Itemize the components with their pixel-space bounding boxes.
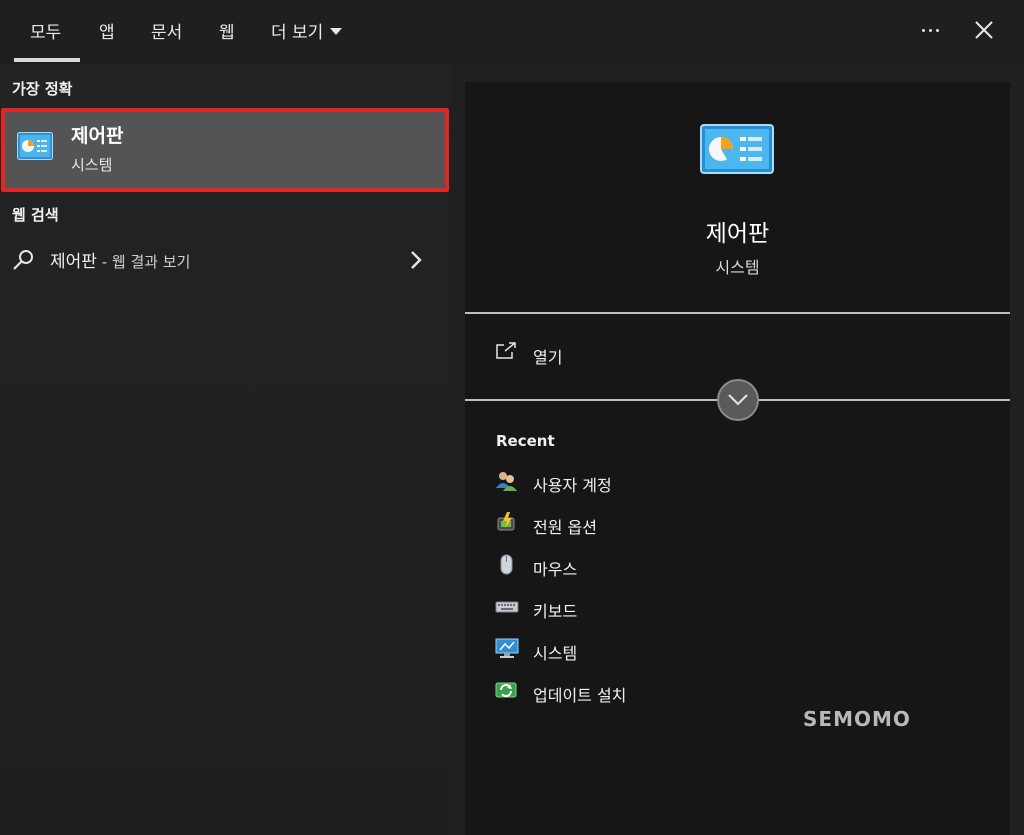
- best-match-heading: 가장 정확: [12, 80, 73, 98]
- tab-documents[interactable]: 문서: [151, 18, 182, 43]
- search-icon: [12, 248, 36, 276]
- caret-down-icon: [330, 27, 343, 35]
- recent-item-label: 사용자 계정: [533, 476, 612, 495]
- recent-item-keyboard[interactable]: 키보드: [495, 594, 815, 624]
- best-match-title: 제어판: [71, 125, 124, 147]
- tab-web[interactable]: 웹: [219, 18, 235, 43]
- windows-update-icon: [495, 680, 519, 706]
- results-list: 가장 정확 제어판 시스템 웹 검색 제어판 - 웹 결과 보기: [0, 64, 450, 835]
- keyboard-icon: [495, 596, 519, 622]
- tab-all[interactable]: 모두: [30, 18, 61, 43]
- control-panel-icon: [17, 132, 53, 164]
- user-accounts-icon: [495, 470, 519, 496]
- recent-heading: Recent: [496, 432, 555, 450]
- mouse-icon: [495, 554, 519, 580]
- tab-more[interactable]: 더 보기: [271, 18, 343, 43]
- system-icon: [495, 638, 519, 664]
- recent-item-label: 업데이트 설치: [533, 686, 627, 705]
- detail-title: 제어판: [705, 221, 770, 247]
- recent-item-windows-update[interactable]: 업데이트 설치: [495, 678, 815, 708]
- recent-item-system[interactable]: 시스템: [495, 636, 815, 666]
- open-label: 열기: [533, 348, 563, 367]
- detail-subtitle: 시스템: [715, 258, 760, 277]
- recent-item-label: 키보드: [533, 602, 578, 621]
- chevron-down-icon: [728, 394, 748, 406]
- best-match-result[interactable]: 제어판 시스템: [1, 108, 449, 192]
- web-search-heading: 웹 검색: [12, 206, 59, 224]
- recent-item-label: 시스템: [533, 644, 578, 663]
- power-options-icon: [495, 512, 519, 538]
- control-panel-large-icon: [700, 124, 774, 178]
- chevron-right-icon: [406, 248, 426, 276]
- web-search-suffix: - 웹 결과 보기: [96, 253, 191, 271]
- search-window: 모두 앱 문서 웹 더 보기 가장 정확 제어판 시스템 웹 검색 제어판 - …: [0, 0, 1024, 835]
- search-filter-bar: 모두 앱 문서 웹 더 보기: [0, 0, 1024, 64]
- divider: [465, 312, 1010, 314]
- tab-apps[interactable]: 앱: [99, 18, 115, 43]
- watermark: SEMOMO: [803, 707, 911, 731]
- web-search-query: 제어판: [50, 252, 97, 272]
- recent-item-mouse[interactable]: 마우스: [495, 552, 815, 582]
- open-action[interactable]: 열기: [495, 340, 795, 370]
- detail-pane: 제어판 시스템 열기 Recent 사용자 계정 전원 옵션 마우스 키보드 시…: [465, 82, 1010, 835]
- recent-item-power-options[interactable]: 전원 옵션: [495, 510, 815, 540]
- tab-more-label: 더 보기: [271, 23, 324, 43]
- close-button[interactable]: [968, 14, 1000, 46]
- recent-item-user-accounts[interactable]: 사용자 계정: [495, 468, 815, 498]
- close-icon: [975, 21, 993, 39]
- best-match-subtitle: 시스템: [71, 156, 113, 174]
- web-search-result[interactable]: 제어판 - 웹 결과 보기: [0, 242, 440, 278]
- expand-button[interactable]: [717, 379, 759, 421]
- active-tab-indicator: [14, 58, 80, 62]
- recent-item-label: 마우스: [533, 560, 578, 579]
- more-options-icon[interactable]: [914, 14, 946, 46]
- web-search-text: 제어판 - 웹 결과 보기: [50, 247, 190, 272]
- open-external-icon: [495, 342, 517, 364]
- recent-item-label: 전원 옵션: [533, 518, 597, 537]
